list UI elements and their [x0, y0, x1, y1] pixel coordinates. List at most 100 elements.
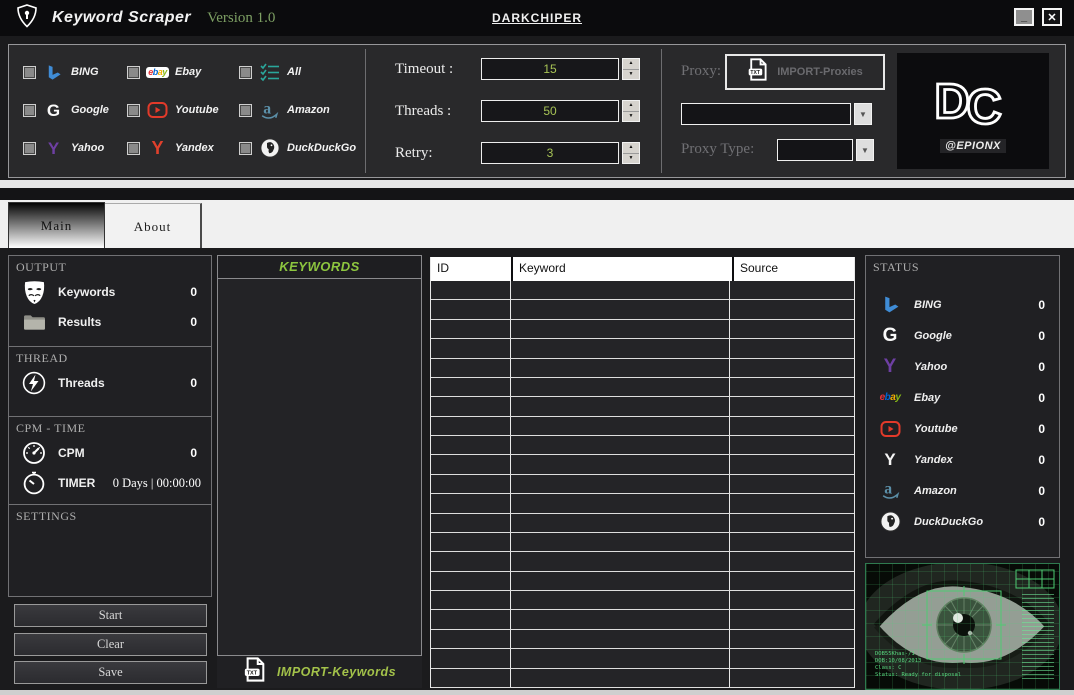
timeout-input[interactable]: [481, 58, 619, 80]
youtube-icon: [146, 102, 169, 118]
clear-button[interactable]: Clear: [14, 633, 207, 656]
status-row-yahoo: Y Yahoo 0: [866, 351, 1059, 382]
table-cell: [431, 629, 511, 649]
save-button[interactable]: Save: [14, 661, 207, 684]
table-cell: [511, 532, 730, 552]
table-row[interactable]: [431, 455, 854, 475]
table-row[interactable]: [431, 436, 854, 456]
table-row[interactable]: [431, 494, 854, 514]
table-cell: [730, 494, 854, 512]
table-cell: [431, 532, 511, 552]
table-cell: [431, 397, 511, 416]
table-cell: [730, 514, 854, 532]
timer-row: TIMER 0 Days | 00:00:00: [9, 468, 211, 498]
keywords-counter-row: Keywords 0: [9, 277, 211, 307]
tab-about[interactable]: About: [105, 203, 202, 248]
table-row[interactable]: [431, 397, 854, 417]
table-cell: [511, 339, 730, 358]
proxy-type-select[interactable]: [777, 139, 853, 161]
table-row[interactable]: [431, 552, 854, 572]
table-cell: [730, 397, 854, 415]
start-button[interactable]: Start: [14, 604, 207, 627]
ebay-icon: ebay: [879, 392, 901, 403]
table-cell: [431, 649, 511, 668]
table-row[interactable]: [431, 300, 854, 320]
table-cell: [511, 552, 730, 571]
table-row[interactable]: [431, 474, 854, 495]
column-header-id[interactable]: ID: [431, 257, 511, 281]
amazon-checkbox[interactable]: [239, 103, 252, 117]
tab-main[interactable]: Main: [8, 202, 105, 248]
results-table: ID Keyword Source: [430, 257, 855, 688]
proxy-list-dropdown-arrow[interactable]: ▼: [854, 103, 872, 125]
table-cell: [431, 358, 511, 377]
table-row[interactable]: [431, 319, 854, 340]
table-row[interactable]: [431, 513, 854, 533]
proxy-label: Proxy:: [681, 63, 722, 79]
proxy-list-select[interactable]: [681, 103, 851, 125]
scan-data-column: [1022, 594, 1054, 681]
bing-checkbox[interactable]: [23, 65, 36, 79]
keywords-listbox[interactable]: [217, 278, 422, 656]
table-cell: [730, 630, 854, 648]
threads-stepper[interactable]: ▲ ▼: [622, 100, 640, 122]
engine-checkbox-grid: BING ebay Ebay All G Google Youtube a Am…: [23, 53, 371, 167]
amazon-icon: a: [258, 100, 281, 121]
all-checkbox[interactable]: [239, 65, 252, 79]
duckduckgo-checkbox[interactable]: [239, 141, 252, 155]
table-row[interactable]: [431, 377, 854, 398]
threads-input[interactable]: [481, 100, 619, 122]
retry-input[interactable]: [481, 142, 619, 164]
status-row-yandex: Y Yandex 0: [866, 444, 1059, 475]
minimize-button[interactable]: _: [1014, 8, 1034, 26]
ebay-checkbox[interactable]: [127, 65, 140, 79]
app-version: Version 1.0: [207, 9, 276, 26]
import-keywords-button[interactable]: TXT IMPORT-Keywords: [217, 656, 422, 688]
yandex-checkbox[interactable]: [127, 141, 140, 155]
separator-strip: [0, 180, 1074, 188]
retry-stepper[interactable]: ▲ ▼: [622, 142, 640, 164]
yahoo-checkbox[interactable]: [23, 141, 36, 155]
close-button[interactable]: ✕: [1042, 8, 1062, 26]
google-icon: G: [882, 325, 898, 346]
table-row[interactable]: [431, 416, 854, 436]
yandex-icon: Y: [151, 138, 164, 158]
dc-logo-panel: D C @EPIONX: [897, 53, 1049, 169]
table-cell: [431, 319, 511, 339]
table-row[interactable]: [431, 629, 854, 650]
table-cell: [511, 649, 730, 668]
threads-count: 0: [190, 376, 197, 390]
title-bar: Keyword Scraper Version 1.0 DARKCHIPER _…: [0, 0, 1074, 36]
table-cell: [730, 300, 854, 318]
cpm-time-header: CPM - TIME: [16, 421, 86, 435]
youtube-checkbox[interactable]: [127, 103, 140, 117]
engine-item-yandex: Y Yandex: [127, 139, 239, 157]
column-header-source[interactable]: Source: [734, 257, 854, 281]
table-cell: [431, 668, 511, 687]
status-row-google: G Google 0: [866, 320, 1059, 351]
table-row[interactable]: [431, 610, 854, 630]
table-row[interactable]: [431, 591, 854, 611]
table-row[interactable]: [431, 281, 854, 301]
table-cell: [730, 552, 854, 570]
bing-icon: [42, 64, 65, 81]
svg-text:a: a: [263, 100, 271, 117]
table-row[interactable]: [431, 649, 854, 669]
import-proxies-button[interactable]: TXT IMPORT-Proxies: [725, 54, 885, 90]
table-cell: [431, 610, 511, 629]
table-row[interactable]: [431, 339, 854, 359]
google-checkbox[interactable]: [23, 103, 36, 117]
proxy-type-dropdown-arrow[interactable]: ▼: [856, 139, 874, 161]
brand-link[interactable]: DARKCHIPER: [492, 11, 582, 25]
table-row[interactable]: [431, 668, 854, 688]
table-row[interactable]: [431, 571, 854, 591]
column-header-keyword[interactable]: Keyword: [513, 257, 732, 281]
engine-item-yahoo: Y Yahoo: [23, 140, 127, 157]
table-cell: [730, 378, 854, 396]
table-row[interactable]: [431, 532, 854, 553]
table-cell: [431, 571, 511, 590]
timeout-stepper[interactable]: ▲ ▼: [622, 58, 640, 80]
cpm-count: 0: [190, 446, 197, 460]
table-row[interactable]: [431, 358, 854, 378]
table-cell: [730, 436, 854, 454]
